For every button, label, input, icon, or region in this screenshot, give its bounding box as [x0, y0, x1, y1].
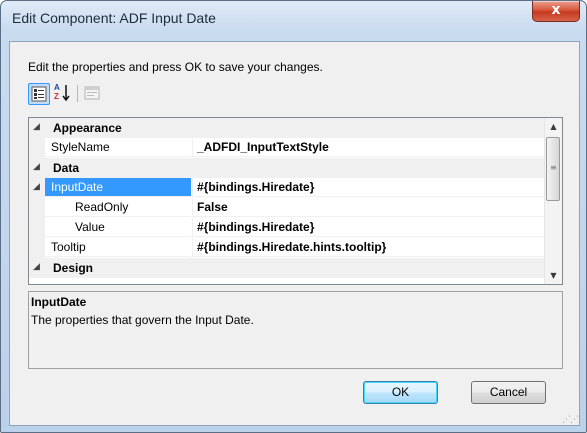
- row-gutter: [29, 198, 45, 218]
- alphabetical-sort-icon: A Z: [54, 83, 72, 103]
- resize-grip-icon[interactable]: ⋰⋰: [562, 416, 579, 425]
- dialog-client-area: Edit the properties and press OK to save…: [9, 41, 580, 426]
- toolbar-separator: [77, 85, 78, 102]
- vertical-scrollbar[interactable]: ▲ ≡ ▼: [544, 118, 562, 284]
- property-pages-button[interactable]: [82, 83, 102, 103]
- category-data[interactable]: ◢ Data: [29, 158, 544, 178]
- property-value[interactable]: False: [192, 198, 544, 217]
- categorized-icon: [31, 86, 47, 102]
- property-name[interactable]: InputDate: [45, 178, 191, 197]
- row-gutter: ◢: [29, 178, 45, 198]
- property-row-inputdate[interactable]: ◢ InputDate #{bindings.Hiredate}: [29, 178, 544, 198]
- category-label: Design: [53, 261, 94, 275]
- ok-button[interactable]: OK: [363, 381, 438, 404]
- category-design[interactable]: ◢ Design: [29, 258, 544, 278]
- scroll-thumb[interactable]: ≡: [546, 137, 560, 201]
- property-row-value[interactable]: Value #{bindings.Hiredate}: [29, 218, 544, 238]
- property-name[interactable]: ReadOnly: [45, 198, 191, 217]
- property-grid: ◢ Appearance StyleName _ADFDI_InputTextS…: [28, 117, 563, 285]
- instructions-text: Edit the properties and press OK to save…: [28, 60, 323, 74]
- categorized-view-button[interactable]: [28, 83, 50, 105]
- property-pages-icon: [84, 86, 100, 100]
- close-icon: x: [551, 2, 561, 18]
- category-label: Appearance: [53, 121, 122, 135]
- sort-letter-a: A: [54, 83, 60, 92]
- alphabetical-view-button[interactable]: A Z: [52, 83, 72, 103]
- sort-letter-z: Z: [54, 92, 59, 101]
- property-value[interactable]: #{bindings.Hiredate}: [192, 218, 544, 237]
- property-row-readonly[interactable]: ReadOnly False: [29, 198, 544, 218]
- scroll-grip-icon: ≡: [550, 163, 557, 172]
- collapse-icon[interactable]: ◢: [33, 122, 40, 132]
- collapse-icon[interactable]: ◢: [33, 262, 40, 272]
- collapse-icon[interactable]: ◢: [33, 162, 40, 172]
- window-title: Edit Component: ADF Input Date: [12, 10, 216, 26]
- cancel-button[interactable]: Cancel: [471, 381, 546, 404]
- property-value[interactable]: _ADFDI_InputTextStyle: [192, 138, 544, 157]
- help-pane: InputDate The properties that govern the…: [28, 291, 563, 369]
- help-title: InputDate: [31, 295, 87, 309]
- property-value[interactable]: #{bindings.Hiredate.hints.tooltip}: [192, 238, 544, 257]
- collapse-icon[interactable]: ◢: [33, 182, 40, 192]
- sort-arrow-icon: [62, 85, 70, 102]
- row-gutter: [29, 138, 45, 158]
- scroll-up-icon[interactable]: ▲: [545, 118, 562, 135]
- scroll-down-icon[interactable]: ▼: [545, 267, 562, 284]
- property-row-stylename[interactable]: StyleName _ADFDI_InputTextStyle: [29, 138, 544, 158]
- help-description: The properties that govern the Input Dat…: [31, 313, 254, 327]
- row-gutter: [29, 218, 45, 238]
- property-name[interactable]: StyleName: [45, 138, 191, 157]
- title-bar[interactable]: Edit Component: ADF Input Date x: [1, 1, 586, 33]
- category-appearance[interactable]: ◢ Appearance: [29, 118, 544, 138]
- dialog-window: Edit Component: ADF Input Date x Edit th…: [0, 0, 587, 433]
- property-name[interactable]: Tooltip: [45, 238, 191, 257]
- property-row-tooltip[interactable]: Tooltip #{bindings.Hiredate.hints.toolti…: [29, 238, 544, 258]
- close-button[interactable]: x: [532, 1, 580, 22]
- row-gutter: [29, 238, 45, 258]
- property-name[interactable]: Value: [45, 218, 191, 237]
- property-grid-toolbar: A Z: [28, 83, 148, 105]
- property-value[interactable]: #{bindings.Hiredate}: [192, 178, 544, 197]
- category-label: Data: [53, 161, 80, 175]
